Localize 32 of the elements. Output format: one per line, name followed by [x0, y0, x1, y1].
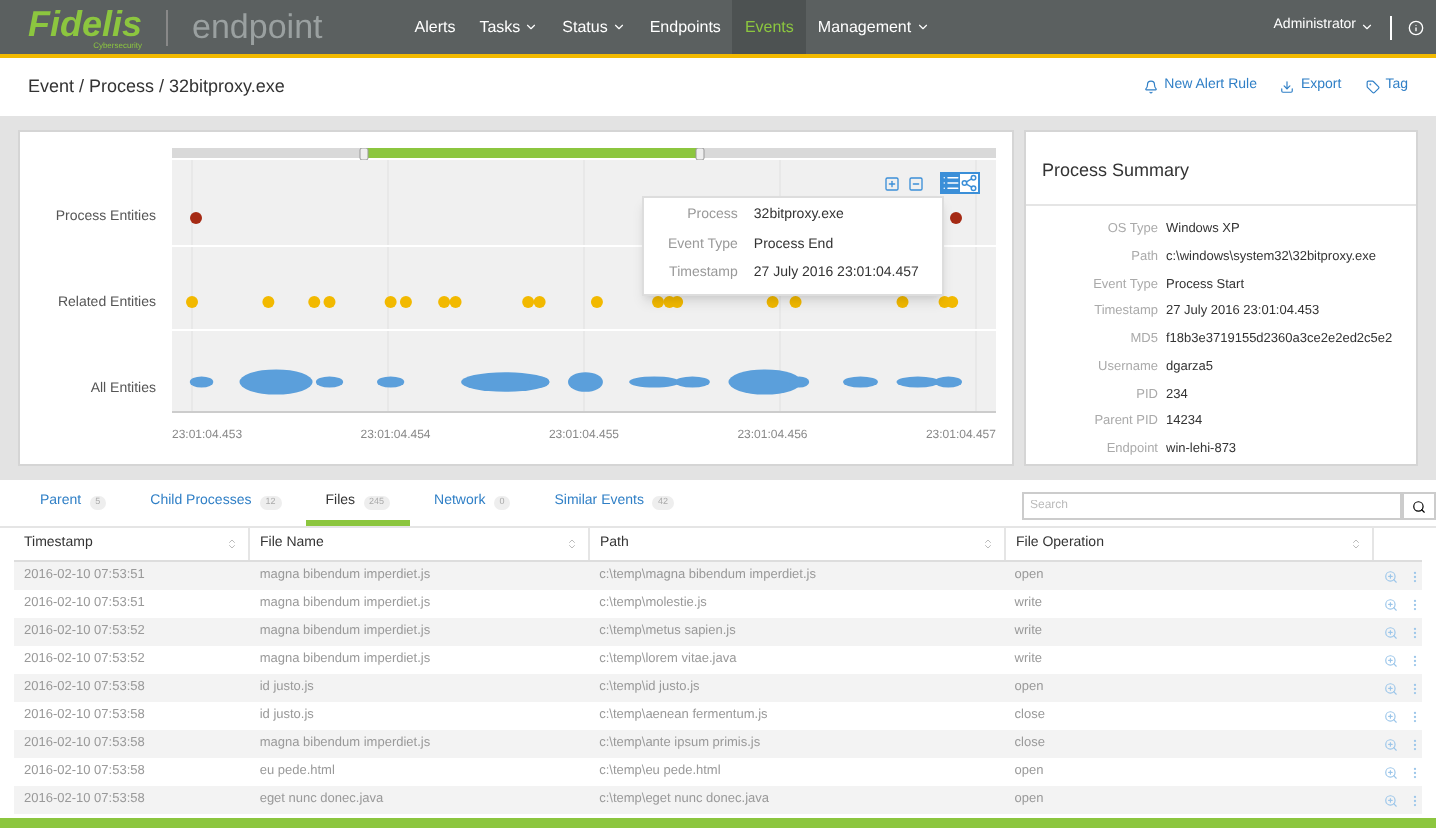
magnifier-icon[interactable]	[1384, 709, 1398, 723]
chevron-down-icon	[915, 20, 930, 34]
nav-item[interactable]: Events	[732, 0, 806, 54]
nav-item[interactable]: Management	[805, 0, 942, 54]
product-name: endpoint	[192, 5, 323, 50]
nav-item[interactable]: Tasks	[467, 0, 551, 54]
magnifier-icon[interactable]	[1384, 569, 1398, 583]
tag-icon	[1365, 80, 1380, 94]
panel-title: Process Summary	[1042, 160, 1190, 180]
search-icon	[1412, 499, 1426, 513]
nav-item[interactable]: Status	[550, 0, 638, 54]
list-icon[interactable]	[942, 174, 960, 192]
info-icon[interactable]	[1408, 19, 1424, 35]
breadcrumb: Event / Process / 32bitproxy.exe	[28, 73, 285, 100]
search-button[interactable]	[1402, 492, 1436, 520]
download-icon	[1280, 80, 1295, 94]
nav-item[interactable]: Alerts	[402, 0, 468, 54]
chevron-down-icon	[611, 20, 626, 34]
nav-item[interactable]: Endpoints	[637, 0, 733, 54]
chevron-down-icon	[1360, 20, 1374, 34]
magnifier-icon[interactable]	[1384, 737, 1398, 751]
magnifier-icon[interactable]	[1384, 765, 1398, 779]
magnifier-icon[interactable]	[1384, 625, 1398, 639]
chevron-down-icon	[524, 20, 539, 34]
magnifier-icon[interactable]	[1384, 681, 1398, 695]
magnifier-icon[interactable]	[1384, 653, 1398, 667]
bell-icon	[1144, 80, 1159, 94]
share-icon[interactable]	[960, 174, 978, 192]
magnifier-icon[interactable]	[1384, 793, 1398, 807]
magnifier-icon[interactable]	[1384, 597, 1398, 611]
zoom-out-icon[interactable]	[908, 175, 924, 191]
zoom-in-icon[interactable]	[884, 175, 900, 191]
